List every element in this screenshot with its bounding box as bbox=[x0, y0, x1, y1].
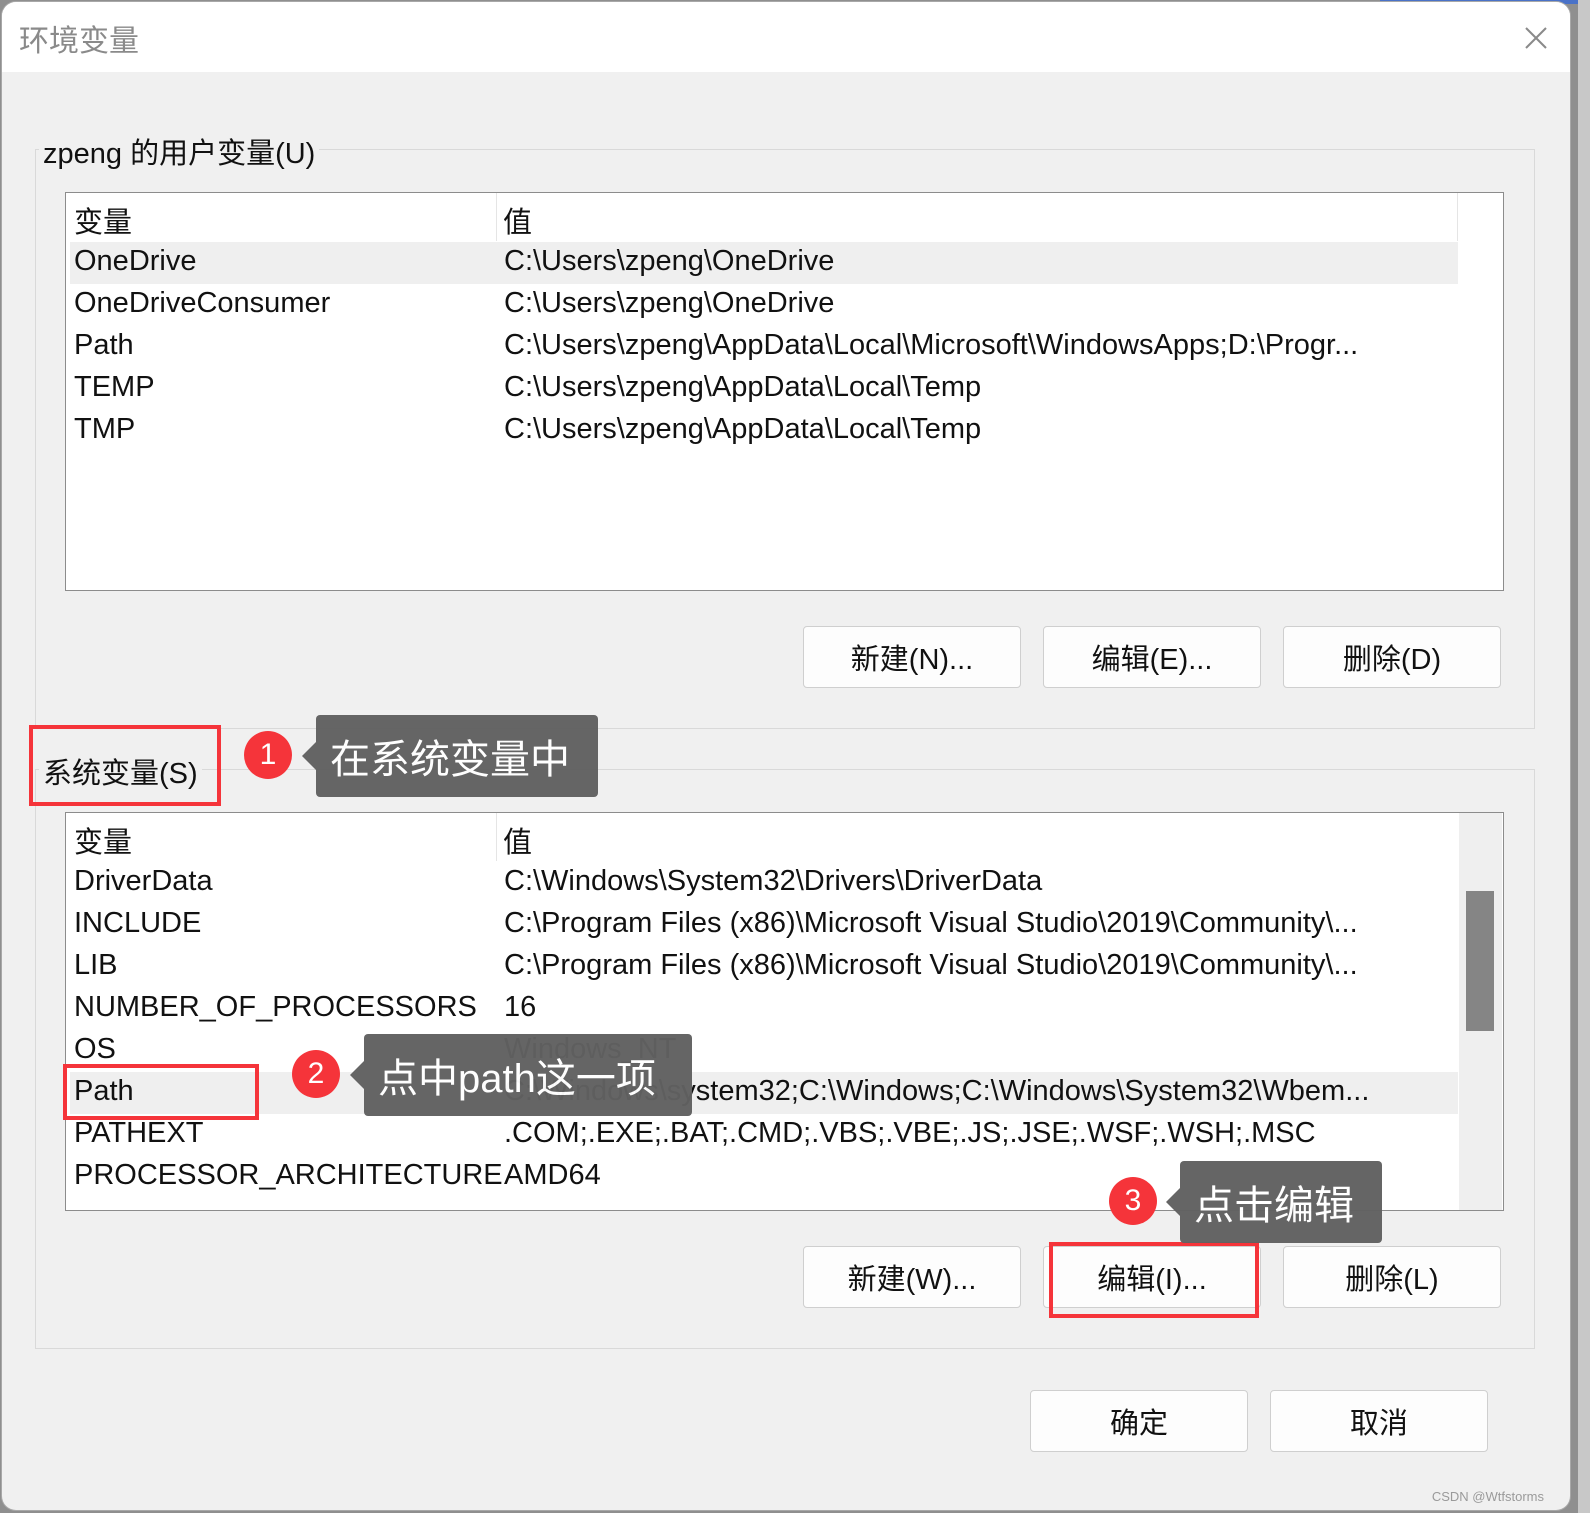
vertical-scrollbar[interactable] bbox=[1459, 813, 1502, 1210]
list-item[interactable]: PATHEXT .COM;.EXE;.BAT;.CMD;.VBS;.VBE;.J… bbox=[70, 1114, 1458, 1156]
user-variables-label: zpeng 的用户变量(U) bbox=[39, 130, 320, 172]
close-icon bbox=[1525, 27, 1547, 49]
list-item[interactable]: Path C:\Users\zpeng\AppData\Local\Micros… bbox=[70, 326, 1458, 368]
variable-value: 16 bbox=[504, 991, 537, 1023]
system-new-button[interactable]: 新建(W)... bbox=[803, 1246, 1021, 1308]
step-badge-1: 1 bbox=[244, 731, 292, 779]
column-divider[interactable] bbox=[496, 193, 497, 241]
column-divider bbox=[1457, 193, 1458, 241]
list-item-selected[interactable]: Path C:\Windows\system32;C:\Windows;C:\W… bbox=[70, 1072, 1458, 1114]
column-divider[interactable] bbox=[496, 813, 497, 861]
background-window-strip bbox=[1578, 0, 1590, 1513]
variable-name: OneDriveConsumer bbox=[74, 287, 331, 319]
environment-variables-dialog: 环境变量 zpeng 的用户变量(U) 变量 值 OneDrive C:\Use… bbox=[2, 2, 1570, 1510]
variable-value: C:\Users\zpeng\AppData\Local\Microsoft\W… bbox=[504, 329, 1359, 361]
column-header-variable[interactable]: 变量 bbox=[74, 819, 132, 861]
variable-name: OS bbox=[74, 1033, 116, 1065]
highlight-system-variables-label bbox=[29, 725, 221, 806]
variable-name: OneDrive bbox=[74, 245, 197, 277]
variable-name: INCLUDE bbox=[74, 907, 202, 939]
column-header-variable[interactable]: 变量 bbox=[74, 199, 132, 241]
list-item[interactable]: NUMBER_OF_PROCESSORS 16 bbox=[70, 988, 1458, 1030]
step-tooltip-3: 点击编辑 bbox=[1166, 1161, 1382, 1243]
scrollbar-thumb[interactable] bbox=[1466, 891, 1494, 1031]
list-item[interactable]: OS Windows_NT bbox=[70, 1030, 1458, 1072]
column-header-value[interactable]: 值 bbox=[503, 819, 532, 861]
variable-name: NUMBER_OF_PROCESSORS bbox=[74, 991, 477, 1023]
list-item[interactable]: TEMP C:\Users\zpeng\AppData\Local\Temp bbox=[70, 368, 1458, 410]
step-tooltip-1: 在系统变量中 bbox=[302, 715, 598, 797]
list-header: 变量 值 bbox=[66, 813, 1458, 861]
variable-name: LIB bbox=[74, 949, 118, 981]
variable-value: C:\Windows\System32\Drivers\DriverData bbox=[504, 865, 1043, 897]
variable-name: TEMP bbox=[74, 371, 155, 403]
user-delete-button[interactable]: 删除(D) bbox=[1283, 626, 1501, 688]
variable-value: C:\Users\zpeng\OneDrive bbox=[504, 287, 835, 319]
highlight-path-row bbox=[63, 1064, 259, 1120]
column-header-value[interactable]: 值 bbox=[503, 199, 532, 241]
list-item[interactable]: TMP C:\Users\zpeng\AppData\Local\Temp bbox=[70, 410, 1458, 452]
variable-value: C:\Program Files (x86)\Microsoft Visual … bbox=[504, 907, 1358, 939]
system-variables-list[interactable]: 变量 值 DriverData C:\Windows\System32\Driv… bbox=[65, 812, 1504, 1211]
step-tooltip-2: 点中path这一项 bbox=[350, 1034, 692, 1116]
list-item[interactable]: LIB C:\Program Files (x86)\Microsoft Vis… bbox=[70, 946, 1458, 988]
user-new-button[interactable]: 新建(N)... bbox=[803, 626, 1021, 688]
step-badge-2: 2 bbox=[292, 1050, 340, 1098]
list-header: 变量 值 bbox=[66, 193, 1458, 241]
user-edit-button[interactable]: 编辑(E)... bbox=[1043, 626, 1261, 688]
list-item[interactable]: INCLUDE C:\Program Files (x86)\Microsoft… bbox=[70, 904, 1458, 946]
variable-value: C:\Users\zpeng\OneDrive bbox=[504, 245, 835, 277]
user-variables-list[interactable]: 变量 值 OneDrive C:\Users\zpeng\OneDrive On… bbox=[65, 192, 1504, 591]
ok-button[interactable]: 确定 bbox=[1030, 1390, 1248, 1452]
variable-value: .COM;.EXE;.BAT;.CMD;.VBS;.VBE;.JS;.JSE;.… bbox=[504, 1117, 1316, 1149]
list-item[interactable]: DriverData C:\Windows\System32\Drivers\D… bbox=[70, 862, 1458, 904]
variable-name: Path bbox=[74, 329, 134, 361]
list-item[interactable]: OneDrive C:\Users\zpeng\OneDrive bbox=[70, 242, 1458, 284]
variable-name: PROCESSOR_ARCHITECTURE bbox=[74, 1159, 503, 1191]
variable-name: DriverData bbox=[74, 865, 213, 897]
variable-value: C:\Users\zpeng\AppData\Local\Temp bbox=[504, 413, 982, 445]
highlight-edit-button bbox=[1049, 1242, 1259, 1318]
title-bar: 环境变量 bbox=[2, 2, 1570, 72]
variable-name: PATHEXT bbox=[74, 1117, 204, 1149]
window-title: 环境变量 bbox=[19, 25, 139, 58]
watermark: CSDN @Wtfstorms bbox=[1431, 1489, 1544, 1504]
step-badge-3: 3 bbox=[1109, 1177, 1157, 1225]
cancel-button[interactable]: 取消 bbox=[1270, 1390, 1488, 1452]
variable-value: AMD64 bbox=[504, 1159, 601, 1191]
variable-value: C:\Users\zpeng\AppData\Local\Temp bbox=[504, 371, 982, 403]
variable-value: C:\Program Files (x86)\Microsoft Visual … bbox=[504, 949, 1358, 981]
system-delete-button[interactable]: 删除(L) bbox=[1283, 1246, 1501, 1308]
variable-name: TMP bbox=[74, 413, 136, 445]
close-button[interactable] bbox=[1516, 18, 1556, 58]
list-item[interactable]: OneDriveConsumer C:\Users\zpeng\OneDrive bbox=[70, 284, 1458, 326]
